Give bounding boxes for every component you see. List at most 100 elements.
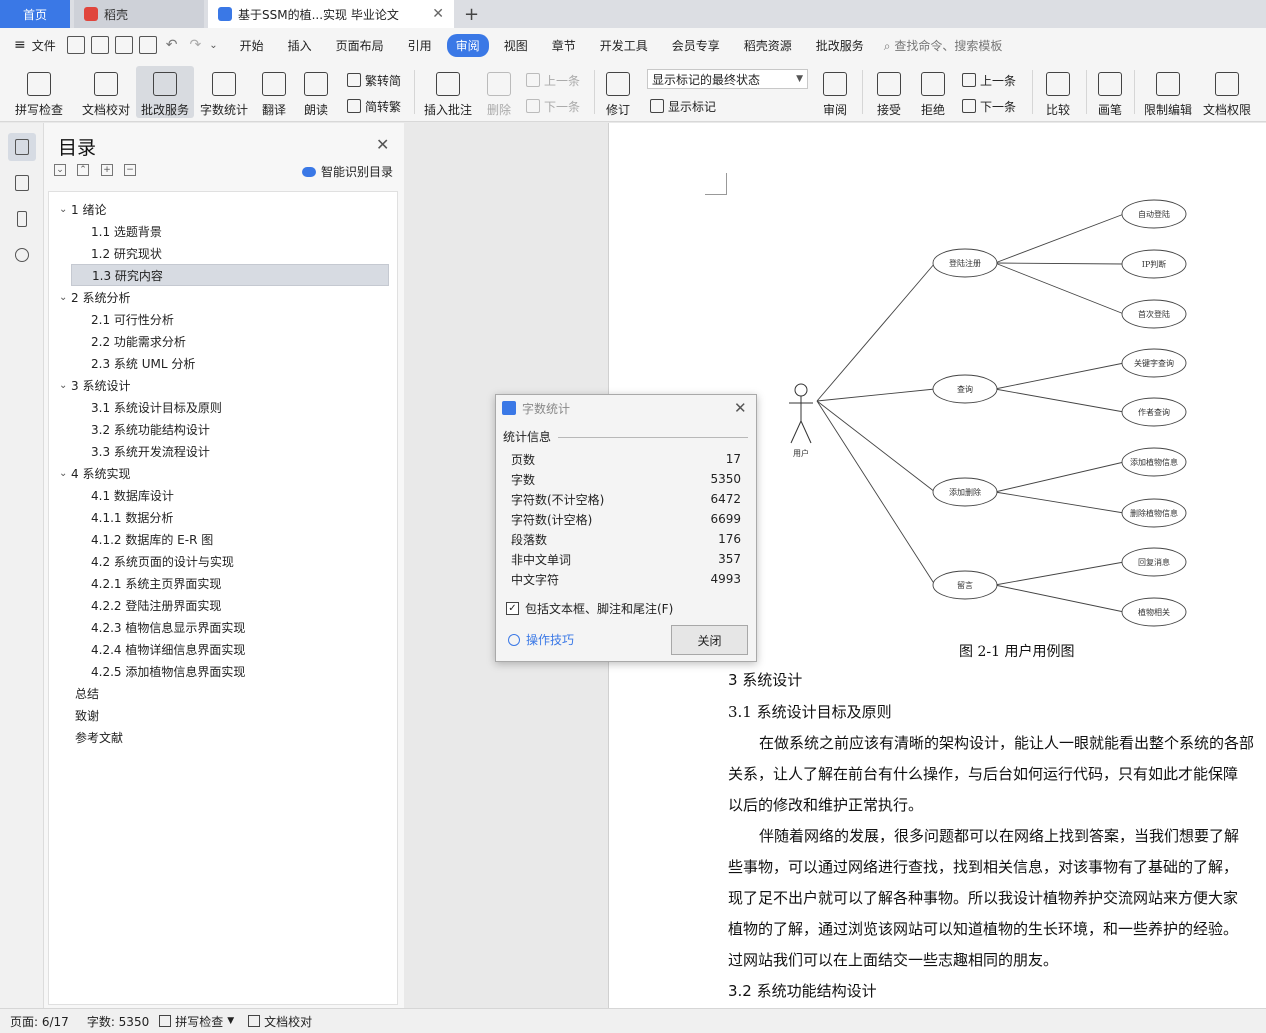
toc-item[interactable]: 3.3 系统开发流程设计 — [49, 440, 397, 462]
review-service-button[interactable]: 批改服务 — [136, 66, 194, 118]
simp-to-trad-button[interactable]: 简转繁 — [347, 95, 401, 117]
toc-item[interactable]: 总结 — [49, 682, 397, 704]
search-icon[interactable] — [8, 241, 36, 269]
toc-pane-icon[interactable] — [8, 133, 36, 161]
stat-label: 段落数 — [511, 532, 548, 547]
file-menu[interactable]: ≡ 文件 — [0, 37, 64, 54]
include-textbox-checkbox[interactable]: ✓ 包括文本框、脚注和尾注(F) — [506, 600, 673, 617]
toc-item[interactable]: 2.2 功能需求分析 — [49, 330, 397, 352]
track-changes-label: 修订 — [605, 103, 630, 117]
review-pane-button[interactable]: 审阅 — [816, 66, 854, 118]
spell-check-button[interactable]: 拼写检查 — [10, 66, 68, 118]
add-tab-icon[interactable]: + — [454, 0, 489, 28]
menu-tab[interactable]: 审阅 — [446, 33, 489, 57]
toc-item[interactable]: 4.2.4 植物详细信息界面实现 — [49, 638, 397, 660]
smart-toc-button[interactable]: 智能识别目录 — [302, 163, 393, 180]
toc-item[interactable]: 2.3 系统 UML 分析 — [49, 352, 397, 374]
word-count-button[interactable]: 字数统计 — [197, 66, 251, 118]
toc-item[interactable]: 参考文献 — [49, 726, 397, 748]
translate-button[interactable]: 翻译 — [256, 66, 292, 118]
remove-heading-icon[interactable]: − — [124, 164, 136, 176]
menu-tab[interactable]: 引用 — [399, 34, 441, 57]
restrict-edit-button[interactable]: 限制编辑 — [1140, 66, 1196, 118]
tab-document[interactable]: 基于SSM的植...实现 毕业论文 ✕ — [208, 0, 454, 28]
markup-state-select[interactable]: 显示标记的最终状态 ▼ — [647, 69, 808, 89]
toc-item[interactable]: 致谢 — [49, 704, 397, 726]
close-button[interactable]: 关闭 — [671, 625, 748, 655]
print-preview-icon[interactable] — [138, 36, 157, 54]
toc-item[interactable]: 3.2 系统功能结构设计 — [49, 418, 397, 440]
tab-home[interactable]: 首页 — [0, 0, 70, 28]
menu-tab[interactable]: 批改服务 — [807, 34, 873, 57]
toc-item[interactable]: 4.2.3 植物信息显示界面实现 — [49, 616, 397, 638]
menu-tab[interactable]: 章节 — [543, 34, 585, 57]
toc-item[interactable]: 4.1.2 数据库的 E-R 图 — [49, 528, 397, 550]
toc-item[interactable]: 1.1 选题背景 — [49, 220, 397, 242]
trad-to-simp-button[interactable]: 繁转简 — [347, 69, 401, 91]
toc-item[interactable]: ⌄ 4 系统实现 — [49, 462, 397, 484]
expand-up-icon[interactable]: ⌃ — [77, 164, 89, 176]
spell-check-status[interactable]: 拼写检查 ▼ — [159, 1013, 234, 1030]
toc-item[interactable]: 4.2 系统页面的设计与实现 — [49, 550, 397, 572]
doc-permission-button[interactable]: 文档权限 — [1200, 66, 1254, 118]
delete-comment-button[interactable]: 删除 — [480, 66, 518, 118]
redo-icon[interactable]: ↷ — [189, 37, 201, 53]
toc-item[interactable]: 2.1 可行性分析 — [49, 308, 397, 330]
show-markup-button[interactable]: 显示标记 — [650, 95, 716, 117]
undo-icon[interactable]: ↶ — [166, 37, 178, 53]
toc-item[interactable]: 4.2.5 添加植物信息界面实现 — [49, 660, 397, 682]
chevron-down-icon[interactable]: ⌄ — [59, 468, 71, 479]
save-icon[interactable] — [66, 36, 85, 54]
toc-item[interactable]: 4.2.1 系统主页界面实现 — [49, 572, 397, 594]
menu-tab[interactable]: 稻壳资源 — [735, 34, 801, 57]
prev-change-button[interactable]: 上一条 — [962, 69, 1016, 91]
dialog-title-bar[interactable]: 字数统计 — [496, 395, 756, 421]
export-pdf-icon[interactable] — [90, 36, 109, 54]
close-tab-icon[interactable]: ✕ — [432, 6, 444, 22]
chevron-down-icon[interactable]: ⌄ — [59, 380, 71, 391]
insert-comment-button[interactable]: 插入批注 — [420, 66, 476, 118]
track-changes-button[interactable]: 修订 — [600, 66, 636, 118]
toc-item[interactable]: ⌄ 2 系统分析 — [49, 286, 397, 308]
menu-tab[interactable]: 页面布局 — [327, 34, 393, 57]
toc-item[interactable]: ⌄ 3 系统设计 — [49, 374, 397, 396]
chapter-nav-icon[interactable] — [8, 169, 36, 197]
next-comment-button[interactable]: 下一条 — [526, 95, 580, 117]
toc-item[interactable]: 4.2.2 登陆注册界面实现 — [49, 594, 397, 616]
toc-item[interactable]: ⌄ 1 绪论 — [49, 198, 397, 220]
menu-tab[interactable]: 视图 — [495, 34, 537, 57]
toc-item[interactable]: 1.3 研究内容 — [71, 264, 389, 286]
add-heading-icon[interactable]: + — [101, 164, 113, 176]
bookmark-icon[interactable] — [8, 205, 36, 233]
chevron-down-icon[interactable]: ⌄ — [59, 204, 71, 215]
page-indicator[interactable]: 页面: 6/17 — [10, 1013, 69, 1030]
doc-check-status[interactable]: 文档校对 — [248, 1013, 312, 1030]
toc-item[interactable]: 3.1 系统设计目标及原则 — [49, 396, 397, 418]
toc-item[interactable]: 1.2 研究现状 — [49, 242, 397, 264]
word-count-indicator[interactable]: 字数: 5350 — [87, 1013, 149, 1030]
menu-tab[interactable]: 插入 — [279, 34, 321, 57]
command-search[interactable]: ⌕ 查找命令、搜索模板 — [884, 37, 1003, 54]
collapse-all-icon[interactable]: ⌄ — [54, 164, 66, 176]
close-icon[interactable]: ✕ — [376, 135, 389, 154]
next-change-button[interactable]: 下一条 — [962, 95, 1016, 117]
customize-toolbar-icon[interactable]: ⌄ — [209, 40, 217, 51]
reject-button[interactable]: 拒绝 — [914, 66, 952, 118]
ribbon-separator — [594, 70, 595, 114]
tab-docer[interactable]: 稻壳 — [74, 0, 204, 28]
close-icon[interactable]: ✕ — [734, 399, 747, 417]
chevron-down-icon[interactable]: ⌄ — [59, 292, 71, 303]
toc-item[interactable]: 4.1.1 数据分析 — [49, 506, 397, 528]
prev-comment-button[interactable]: 上一条 — [526, 69, 580, 91]
pen-button[interactable]: 画笔 — [1094, 66, 1126, 118]
print-icon[interactable] — [114, 36, 133, 54]
tips-link[interactable]: 操作技巧 — [508, 631, 574, 648]
menu-tab[interactable]: 开始 — [231, 34, 273, 57]
read-aloud-button[interactable]: 朗读 — [300, 66, 332, 118]
compare-button[interactable]: 比较 — [1038, 66, 1078, 118]
accept-button[interactable]: 接受 — [870, 66, 908, 118]
toc-item[interactable]: 4.1 数据库设计 — [49, 484, 397, 506]
menu-tab[interactable]: 会员专享 — [663, 34, 729, 57]
menu-tab[interactable]: 开发工具 — [591, 34, 657, 57]
doc-check-button[interactable]: 文档校对 — [78, 66, 134, 118]
